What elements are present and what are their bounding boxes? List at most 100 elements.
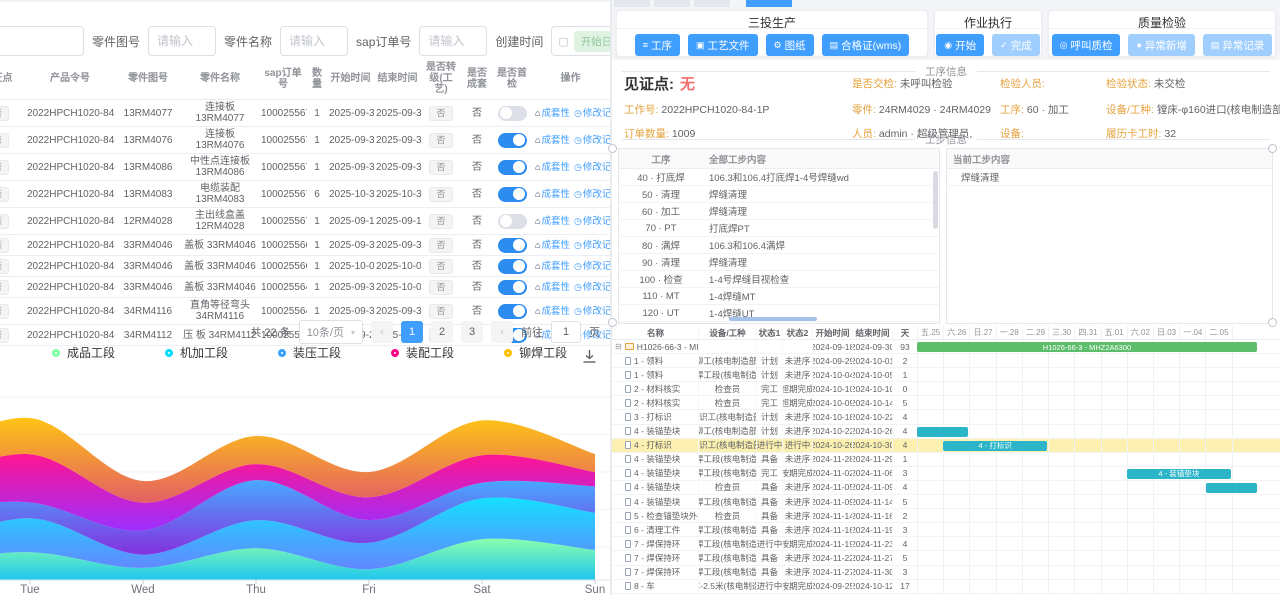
tab-stub-3[interactable] xyxy=(694,0,730,7)
工序-button[interactable]: ≡工序 xyxy=(635,34,680,56)
resize-handle[interactable] xyxy=(1268,318,1277,327)
enable-toggle[interactable] xyxy=(498,280,527,295)
modify-record-link[interactable]: ◷修改记录 xyxy=(574,162,610,173)
page-button-2[interactable]: 2 xyxy=(431,321,453,343)
gantt-bar[interactable]: H1026-66-3 - MHZ2A6300 xyxy=(917,342,1257,352)
enable-toggle[interactable] xyxy=(498,133,527,148)
gantt-row[interactable]: 7 - 焊保持环铆焊工段(核电制造部)具备未进序2024-11-272024-1… xyxy=(612,566,1280,580)
modify-record-link[interactable]: ◷修改记录 xyxy=(574,189,610,200)
呼叫质检-button[interactable]: ◎呼叫质检 xyxy=(1052,34,1121,56)
enable-toggle[interactable] xyxy=(498,238,527,253)
enable-toggle[interactable] xyxy=(498,106,527,121)
gantt-row[interactable]: ⊟H1026-66-3 - MHZ2A63002024-09-182024-09… xyxy=(612,340,1280,354)
gantt-row[interactable]: 2 - 材料核实检查员完工超期完成2024-10-092024-10-145 xyxy=(612,396,1280,410)
gantt-row[interactable]: 1 - 领料铆工(核电制造部)计划未进序2024-09-292024-10-01… xyxy=(612,354,1280,368)
gantt-row[interactable]: 4 - 打标识标识工(核电制造部)进行中进行中2024-10-262024-10… xyxy=(612,439,1280,453)
enable-toggle[interactable] xyxy=(498,214,527,229)
gantt-grid-cell xyxy=(1127,551,1153,564)
modify-record-link[interactable]: ◷修改记录 xyxy=(574,306,610,317)
enable-toggle[interactable] xyxy=(498,259,527,274)
modify-record-link[interactable]: ◷修改记录 xyxy=(574,108,610,119)
gantt-start-date: 2024-11-28 xyxy=(812,453,852,466)
gantt-grid-cell xyxy=(1127,410,1153,423)
part-name-input[interactable] xyxy=(280,26,348,56)
enable-toggle[interactable] xyxy=(498,304,527,319)
异常新增-button[interactable]: ●异常新增 xyxy=(1128,34,1194,56)
gantt-bar[interactable] xyxy=(1206,483,1257,493)
legend-item[interactable]: 装压工段 xyxy=(278,344,341,361)
gantt-grid-cell xyxy=(1232,410,1258,423)
date-range-picker[interactable]: ▢ 开始日期 - 结束日期 xyxy=(551,26,610,56)
completeness-link[interactable]: ⌂成套性 xyxy=(535,306,570,317)
page-button-1[interactable]: 1 xyxy=(401,321,423,343)
completeness-link[interactable]: ⌂成套性 xyxy=(535,189,570,200)
合格证(wms)-button[interactable]: ▤合格证(wms) xyxy=(822,34,910,56)
gantt-bar[interactable]: 4 - 装锚垫块 xyxy=(1127,469,1231,479)
completeness-link[interactable]: ⌂成套性 xyxy=(535,282,570,293)
异常记录-button[interactable]: ▤异常记录 xyxy=(1203,34,1273,56)
tab-stub-1[interactable] xyxy=(614,0,650,7)
gantt-row[interactable]: 3 - 打标识标识工(核电制造部)计划未进序2024-10-182024-10-… xyxy=(612,410,1280,424)
completeness-link[interactable]: ⌂成套性 xyxy=(535,162,570,173)
task-name-text: 5 - 检查锚垫块外径 xyxy=(634,510,698,522)
开始-button[interactable]: ◉开始 xyxy=(936,34,984,56)
完成-button[interactable]: ✓完成 xyxy=(992,34,1040,56)
gantt-row[interactable]: 4 - 装锚垫块铆焊工段(核电制造部)完工按期完成2024-11-022024-… xyxy=(612,467,1280,481)
page-size-select[interactable]: 10条/页▾ xyxy=(299,320,363,344)
vertical-scrollbar[interactable] xyxy=(933,171,938,229)
modify-record-link[interactable]: ◷修改记录 xyxy=(574,240,610,251)
toggle-knob xyxy=(513,281,525,293)
gantt-row[interactable]: 2 - 材料核实检查员完工超期完成2024-10-102024-10-100 xyxy=(612,382,1280,396)
图纸-button[interactable]: ⚙图纸 xyxy=(766,34,814,56)
download-icon[interactable] xyxy=(582,349,597,367)
collapse-icon[interactable]: ⊟ xyxy=(615,343,622,351)
tab-stub-2[interactable] xyxy=(654,0,690,7)
legend-item[interactable]: 装配工段 xyxy=(391,344,454,361)
tab-stub-active[interactable] xyxy=(746,0,792,7)
gantt-row[interactable]: 5 - 检查锚垫块外径检查员具备未进序2024-11-142024-11-162 xyxy=(612,509,1280,523)
part-drawing-input[interactable] xyxy=(148,26,216,56)
completeness-link[interactable]: ⌂成套性 xyxy=(535,108,570,119)
actions-cell: ⌂成套性 ◷修改记录 xyxy=(531,181,610,208)
modify-record-link[interactable]: ◷修改记录 xyxy=(574,261,610,272)
goto-page-input[interactable] xyxy=(551,321,581,343)
gantt-row[interactable]: 4 - 装锚垫块铆焊工段(核电制造部)具备未进序2024-11-092024-1… xyxy=(612,495,1280,509)
enable-toggle[interactable] xyxy=(498,160,527,175)
modify-record-label: 修改记录 xyxy=(583,240,610,251)
gantt-row[interactable]: 7 - 焊保持环铆焊工段(核电制造部)具备未进序2024-11-222024-1… xyxy=(612,551,1280,565)
gantt-grid-cell xyxy=(1048,425,1074,438)
enable-toggle[interactable] xyxy=(498,187,527,202)
legend-item[interactable]: 铆焊工段 xyxy=(504,344,567,361)
gantt-row[interactable]: 4 - 装锚垫块检查员具备未进序2024-11-052024-11-094 xyxy=(612,481,1280,495)
sap-order-input[interactable] xyxy=(419,26,487,56)
page-button-3[interactable]: 3 xyxy=(461,321,483,343)
legend-item[interactable]: 机加工段 xyxy=(165,344,228,361)
gantt-bar[interactable]: 4 - 打标识 xyxy=(943,441,1047,451)
completeness-link[interactable]: ⌂成套性 xyxy=(535,135,570,146)
completeness-link[interactable]: ⌂成套性 xyxy=(535,240,570,251)
next-page-button[interactable]: › xyxy=(491,321,513,343)
date-start-placeholder[interactable]: 开始日期 xyxy=(574,31,610,52)
gantt-row[interactable]: 6 - 清理工件铆焊工段(核电制造部)具备未进序2024-11-162024-1… xyxy=(612,523,1280,537)
prev-page-button[interactable]: ‹ xyxy=(371,321,393,343)
gantt-bar[interactable] xyxy=(917,427,968,437)
actions-cell: ⌂成套性 ◷修改记录 xyxy=(531,256,610,277)
gantt-row[interactable]: 1 - 领料铆焊工段(核电制造部)计划未进序2024-10-042024-10-… xyxy=(612,368,1280,382)
modify-record-link[interactable]: ◷修改记录 xyxy=(574,216,610,227)
工艺文件-button[interactable]: ▣工艺文件 xyxy=(688,34,758,56)
modify-record-link[interactable]: ◷修改记录 xyxy=(574,282,610,293)
modify-record-link[interactable]: ◷修改记录 xyxy=(574,135,610,146)
horizontal-scrollbar[interactable] xyxy=(729,317,817,321)
filter-input-cut[interactable] xyxy=(0,26,84,56)
gantt-row[interactable]: 4 - 装锚垫块铆焊工段(核电制造部)具备未进序2024-11-282024-1… xyxy=(612,453,1280,467)
gantt-row[interactable]: 4 - 装锚垫块铆工(核电制造部)计划未进序2024-10-222024-10-… xyxy=(612,425,1280,439)
calendar-icon: ▢ xyxy=(558,35,568,48)
resize-handle[interactable] xyxy=(608,144,617,153)
legend-item[interactable]: 成品工段 xyxy=(52,344,115,361)
resize-handle[interactable] xyxy=(1268,144,1277,153)
completeness-link[interactable]: ⌂成套性 xyxy=(535,216,570,227)
completeness-link[interactable]: ⌂成套性 xyxy=(535,261,570,272)
resize-handle[interactable] xyxy=(608,318,617,327)
gantt-row[interactable]: 8 - 车立车-2.5米(核电制造部)进行中按期完成2024-09-252024… xyxy=(612,580,1280,594)
gantt-row[interactable]: 7 - 焊保持环铆焊工段(核电制造部)进行中按期完成2024-11-192024… xyxy=(612,537,1280,551)
